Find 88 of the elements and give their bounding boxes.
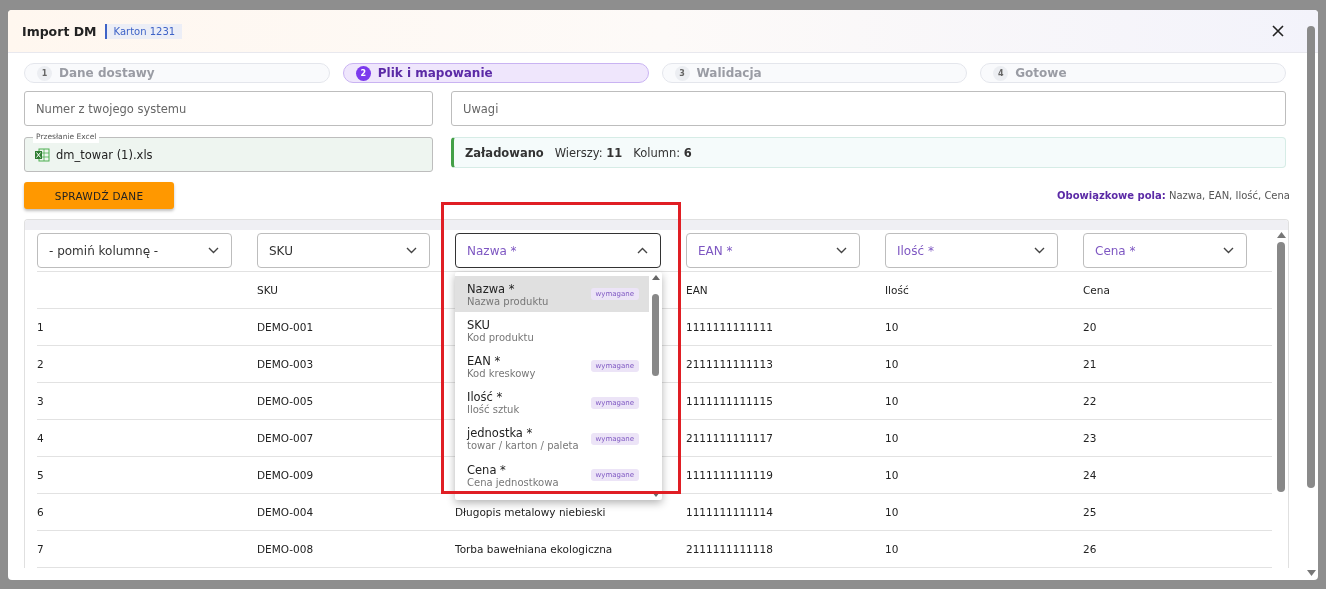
table-cell-text: 4 <box>37 432 45 444</box>
table-cell-text: 10 <box>885 321 900 333</box>
dialog-scrollbar[interactable] <box>1306 26 1316 576</box>
table-cell-text: 6 <box>37 506 45 518</box>
option-hint: Nazwa produktu <box>467 295 549 307</box>
table-cell-text: DEMO-003 <box>257 358 315 370</box>
table-cell-text: 3 <box>37 395 45 407</box>
step-tab[interactable]: 4 Gotowe <box>980 63 1286 83</box>
column-mapping-select[interactable]: Cena * <box>1083 233 1247 268</box>
table-cell-text: 10 <box>885 358 900 370</box>
option-label: EAN * <box>467 353 502 368</box>
scroll-thumb[interactable] <box>1307 26 1315 488</box>
scroll-up-icon[interactable] <box>1276 232 1286 238</box>
scroll-down-icon[interactable] <box>1306 570 1316 576</box>
table-cell-text: 10 <box>885 506 900 518</box>
table-cell-text: 21 <box>1083 358 1098 370</box>
table-cell-text: DEMO-008 <box>257 543 315 555</box>
table-cell-text: 1111111111119 <box>686 469 774 481</box>
table-cell-text: 22 <box>1083 395 1098 407</box>
column-mapping-select[interactable]: - pomiń kolumnę - <box>37 233 232 268</box>
column-mapping-select[interactable]: EAN * <box>686 233 860 268</box>
table-cell-text: 5 <box>37 469 45 481</box>
table-cell-text: 2 <box>37 358 45 370</box>
table-cell-text: 2111111111118 <box>686 543 774 555</box>
option-hint: towar / karton / paleta <box>467 440 579 452</box>
table-cell-text: 23 <box>1083 432 1098 444</box>
chevron-icon <box>1223 247 1234 254</box>
table-cell-text: 10 <box>885 395 900 407</box>
step-tab[interactable]: 2 Plik i mapowanie <box>342 63 649 83</box>
column-header: SKU <box>257 284 279 296</box>
table-cell-text: 2111111111113 <box>686 358 774 370</box>
notes-field[interactable]: Uwagi <box>451 91 1286 126</box>
column-mapping-select[interactable]: Nazwa * <box>455 233 661 268</box>
scroll-thumb[interactable] <box>1277 242 1285 492</box>
option-hint: Cena jednostkowa <box>467 476 559 488</box>
table-cell-text: 25 <box>1083 506 1098 518</box>
table-cell-text: Długopis metalowy niebieski <box>455 506 607 518</box>
load-status: Załadowano Wierszy: 11 Kolumn: 6 <box>451 137 1286 168</box>
table-cell-text: 26 <box>1083 543 1098 555</box>
table-cell-text: 24 <box>1083 469 1098 481</box>
table-cell-text: DEMO-007 <box>257 432 315 444</box>
dropdown-option[interactable]: SKU Kod produktu <box>455 312 649 349</box>
column-header: EAN <box>686 284 709 296</box>
column-mapping-select[interactable]: SKU <box>257 233 430 268</box>
carton-badge: Karton 1231 <box>104 23 183 39</box>
chevron-icon <box>406 247 417 254</box>
table-cell-text: DEMO-001 <box>257 321 315 333</box>
scroll-up-icon[interactable] <box>651 275 660 280</box>
option-hint: Ilość sztuk <box>467 404 520 416</box>
option-label: Ilość * <box>467 390 504 405</box>
chevron-icon <box>208 247 219 254</box>
option-hint: Kod kreskowy <box>467 367 536 379</box>
check-data-button[interactable]: SPRAWDŹ DANE <box>24 182 174 209</box>
scroll-down-icon[interactable] <box>651 492 660 497</box>
scroll-thumb[interactable] <box>652 294 659 376</box>
table-scrollbar[interactable] <box>1276 232 1286 492</box>
chevron-icon <box>1034 247 1045 254</box>
table-cell-text: DEMO-004 <box>257 506 315 518</box>
chevron-icon <box>836 247 847 254</box>
column-header: Ilość <box>885 284 910 296</box>
table-cell-text: 1111111111111 <box>686 321 774 333</box>
order-number-field[interactable]: Numer z twojego systemu <box>24 91 433 126</box>
table-cell-text: DEMO-009 <box>257 469 315 481</box>
table-cell-text: 1111111111114 <box>686 506 774 518</box>
chevron-icon <box>637 247 648 254</box>
spreadsheet-icon <box>35 147 50 162</box>
option-label: jednostka * <box>467 426 534 441</box>
table-cell-text: Torba bawełniana ekologiczna <box>455 543 614 555</box>
table-cell-text: 2111111111117 <box>686 432 774 444</box>
option-label: Cena * <box>467 462 507 477</box>
dialog-title: Import DM <box>22 23 97 39</box>
step-tab[interactable]: 1 Dane dostawy <box>24 63 330 83</box>
table-cell-text: 20 <box>1083 321 1098 333</box>
column-header: Cena <box>1083 284 1111 296</box>
option-label: Nazwa * <box>467 281 516 296</box>
step-tab[interactable]: 3 Walidacja <box>661 63 968 83</box>
option-label: SKU <box>467 317 491 332</box>
table-cell-text: 1111111111115 <box>686 395 774 407</box>
column-mapping-select[interactable]: Ilość * <box>885 233 1058 268</box>
table-cell-text: 10 <box>885 469 900 481</box>
table-cell-text: DEMO-005 <box>257 395 315 407</box>
table-cell-text: 10 <box>885 432 900 444</box>
close-icon[interactable] <box>1272 25 1284 37</box>
table-cell-text: 1 <box>37 321 45 333</box>
table-cell-text: 10 <box>885 543 900 555</box>
option-hint: Kod produktu <box>467 331 534 343</box>
required-fields-note: Obowiązkowe pola: Nazwa, EAN, Ilość, Cena <box>1057 190 1290 201</box>
table-cell-text: 7 <box>37 543 45 555</box>
